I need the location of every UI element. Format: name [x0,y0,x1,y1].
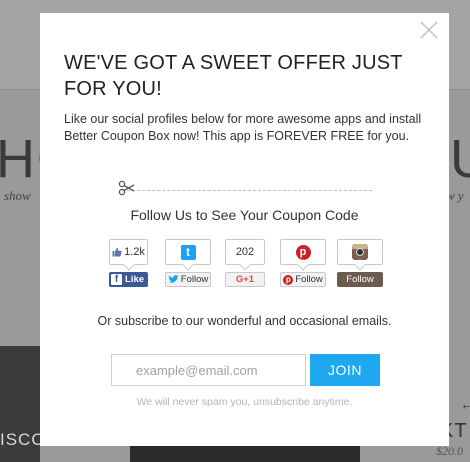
spam-note: We will never spam you, unsubscribe anyt… [136,396,353,408]
facebook-like-button[interactable]: f Like [109,272,148,287]
facebook-icon: f [111,274,122,285]
googleplus-count: 202 [235,246,255,258]
background-product-price: $20.0 [436,444,463,458]
dashed-divider [122,190,372,191]
pinterest-widget: p p Follow [280,239,326,287]
instagram-widget: Follow [337,239,383,287]
scissors-icon [118,179,136,197]
subscribe-text: Or subscribe to our wonderful and occasi… [97,314,392,328]
twitter-follow-button[interactable]: Follow [165,272,211,287]
googleplus-count-box: 202 [225,239,265,265]
popup-intro-text: Like our social profiles below for more … [64,112,422,143]
background-subtext-left: show [4,188,31,203]
facebook-count-box: 1.2k [109,239,148,265]
twitter-bird-icon [168,275,179,284]
facebook-like-count: 1.2k [124,246,145,258]
pinterest-follow-label: Follow [295,274,323,285]
pinterest-small-icon: p [283,274,294,285]
twitter-follow-label: Follow [180,274,209,285]
join-button[interactable]: JOIN [310,354,380,386]
twitter-count-box: t [165,239,211,265]
googleplus-button[interactable]: G+1 [225,272,265,287]
pinterest-count-box: p [280,239,326,265]
instagram-follow-button[interactable]: Follow [337,272,383,287]
instagram-logo-icon [352,244,368,260]
facebook-widget: 1.2k f Like [109,239,148,287]
googleplus-label: G+1 [235,274,255,285]
background-heading-right: U [450,129,470,189]
twitter-logo-icon: t [180,244,196,260]
instagram-follow-label: Follow [346,274,374,285]
pinterest-follow-button[interactable]: p Follow [280,272,326,287]
facebook-like-label: Like [125,274,145,285]
background-product-image [130,445,360,462]
follow-title: Follow Us to See Your Coupon Code [130,207,359,223]
thumbs-up-icon [112,247,122,257]
email-field[interactable] [111,354,306,386]
coupon-popup: WE'VE GOT A SWEET OFFER JUST FOR YOU! Li… [40,13,449,446]
instagram-count-box [337,239,383,265]
pinterest-logo-icon: p [295,244,311,260]
twitter-widget: t Follow [165,239,211,287]
background-arrow-icon: ← [460,396,470,412]
popup-heading: WE'VE GOT A SWEET OFFER JUST FOR YOU! [64,52,403,100]
googleplus-widget: 202 G+1 [225,239,265,287]
close-icon[interactable] [418,19,440,41]
